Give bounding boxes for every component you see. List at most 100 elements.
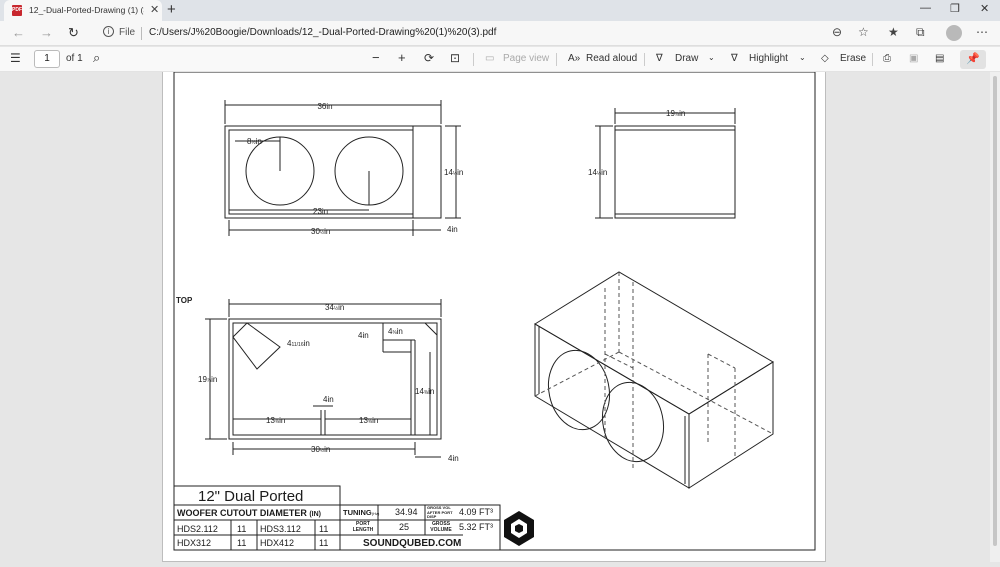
pdf-viewer[interactable]: 36in 8½in 23in 30½in 14½in 4in 19⅞in 14½… [0, 71, 1000, 562]
brand-url: SOUNDQUBED.COM [363, 538, 462, 549]
side-height-label: 14½in [588, 168, 607, 177]
top-port-label: 4in [448, 454, 459, 463]
model-hds2112: HDS2.112 [177, 524, 218, 534]
model-hds3112: HDS3.112 [260, 524, 301, 534]
tab-title: 12_-Dual-Ported-Drawing (1) (3) [29, 5, 144, 15]
port-length-label: PORT LENGTH [352, 521, 374, 533]
file-label: File [119, 27, 136, 38]
page-view-icon: ▭ [485, 53, 495, 64]
front-port-label: 4in [447, 225, 458, 234]
new-tab-icon[interactable]: + [167, 1, 176, 18]
read-aloud-button[interactable]: Read aloud [586, 53, 637, 64]
draw-chevron-down-icon[interactable]: ⌄ [708, 53, 715, 62]
top-port-small-label: 4⅜in [388, 327, 403, 336]
url-text[interactable]: C:/Users/J%20Boogie/Downloads/12_-Dual-P… [149, 27, 496, 38]
search-icon[interactable]: ⌕ [93, 50, 100, 66]
back-icon[interactable]: ← [12, 25, 25, 40]
highlight-button[interactable]: Highlight [749, 53, 788, 64]
port-length-value: 25 [399, 522, 410, 532]
save-as-icon[interactable]: ▤ [935, 53, 944, 64]
scrollbar-thumb[interactable] [993, 76, 997, 546]
zoom-in-icon[interactable]: + [398, 50, 406, 65]
gross-after-label: GROSS VOL AFTER PORT DISP [427, 505, 453, 519]
toolbar-divider [644, 53, 645, 66]
highlight-icon[interactable]: ∇ [731, 53, 738, 64]
refresh-icon[interactable]: ↻ [68, 25, 79, 41]
restore-icon[interactable]: ❐ [950, 2, 960, 15]
drawing-title: 12" Dual Ported [198, 488, 304, 505]
top-left-seg-label: 13⅜in [266, 416, 285, 425]
sheet-border [173, 71, 816, 551]
more-menu-icon[interactable]: ⋯ [976, 25, 988, 39]
zoom-out-icon[interactable]: − [372, 50, 380, 65]
fit-page-icon[interactable]: ⊡ [450, 51, 460, 65]
read-aloud-icon[interactable]: A» [568, 53, 580, 64]
value-hds3112: 11 [319, 524, 329, 534]
gross-after-value: 4.09 FT³ [459, 507, 494, 517]
front-width-label: 36in [317, 102, 332, 111]
close-tab-icon[interactable]: ✕ [150, 3, 159, 16]
top-inner-height-label: 14⅜in [415, 387, 434, 396]
front-offset-label: 8½in [247, 137, 262, 146]
front-view [224, 100, 461, 236]
minimize-icon[interactable]: — [920, 2, 931, 14]
value-hdx312: 11 [237, 538, 247, 548]
front-height-label: 14½in [444, 168, 463, 177]
pdf-toolbar: ☰ 1 of 1 ⌕ − + ⟳ ⊡ ▭ Page view A» Read a… [0, 47, 1000, 72]
contents-icon[interactable]: ☰ [10, 51, 21, 65]
side-view [595, 108, 736, 219]
model-hdx412: HDX412 [260, 538, 295, 548]
toolbar-divider [872, 53, 873, 66]
cutout-header: WOOFER CUTOUT DIAMETER (IN) [177, 508, 322, 518]
top-bottom-label: 30½in [311, 445, 330, 454]
pdf-file-icon: PDF [12, 5, 22, 16]
top-brace-label: 411/16in [287, 339, 310, 348]
page-number-input[interactable]: 1 [34, 50, 60, 68]
top-height-label: 19⅞in [198, 375, 217, 384]
side-width-label: 19⅞in [666, 109, 685, 118]
top-divider-label: 4in [323, 395, 334, 404]
close-window-icon[interactable]: ✕ [980, 2, 989, 15]
page-view-button: Page view [503, 53, 550, 64]
front-spacing-label: 23in [313, 207, 328, 216]
profile-avatar[interactable] [946, 25, 962, 41]
tuning-value: 34.94 [395, 507, 418, 517]
info-icon[interactable]: i [103, 26, 114, 37]
gross-volume-label: GROSS VOLUME [430, 521, 452, 533]
top-port-width-label: 4in [358, 331, 369, 340]
draw-button[interactable]: Draw [675, 53, 698, 64]
favorite-add-icon[interactable]: ☆ [858, 25, 869, 39]
erase-button[interactable]: Erase [840, 53, 866, 64]
collections-icon[interactable]: ⧉ [916, 25, 925, 40]
address-bar: ← → ↻ i File C:/Users/J%20Boogie/Downloa… [0, 21, 1000, 46]
tuning-label: TUNING(Hz) [343, 508, 380, 517]
browser-tab[interactable]: PDF 12_-Dual-Ported-Drawing (1) (3) ✕ [4, 0, 162, 21]
isometric-view [534, 271, 774, 489]
gross-volume-value: 5.32 FT³ [459, 522, 494, 532]
forward-icon[interactable]: → [40, 25, 53, 40]
top-view [205, 299, 442, 458]
toolbar-divider [473, 53, 474, 66]
zoom-icon[interactable]: ⊖ [832, 25, 842, 39]
draw-icon[interactable]: ∇ [656, 53, 663, 64]
erase-icon[interactable]: ◇ [821, 53, 829, 64]
value-hds2112: 11 [237, 524, 247, 534]
value-hdx412: 11 [319, 538, 329, 548]
top-right-seg-label: 13⅝in [359, 416, 378, 425]
toolbar-divider [556, 53, 557, 66]
pin-toolbar-icon[interactable]: 📌 [960, 50, 986, 69]
vertical-scrollbar[interactable] [990, 72, 1000, 562]
pdf-page: 36in 8½in 23in 30½in 14½in 4in 19⅞in 14½… [162, 71, 826, 562]
highlight-chevron-down-icon[interactable]: ⌄ [799, 53, 806, 62]
model-hdx312: HDX312 [177, 538, 212, 548]
title-bar: PDF 12_-Dual-Ported-Drawing (1) (3) ✕ + … [0, 0, 1000, 21]
page-total: of 1 [66, 53, 83, 64]
top-view-title: TOP [176, 296, 193, 305]
soundqubed-logo [504, 511, 534, 546]
rotate-icon[interactable]: ⟳ [424, 51, 434, 65]
favorites-icon[interactable]: ★ [888, 25, 899, 39]
url-divider [141, 27, 142, 40]
save-icon: ▣ [909, 53, 919, 64]
url-field[interactable]: i File C:/Users/J%20Boogie/Downloads/12_… [96, 23, 876, 44]
print-icon[interactable]: ⎙ [883, 53, 891, 64]
